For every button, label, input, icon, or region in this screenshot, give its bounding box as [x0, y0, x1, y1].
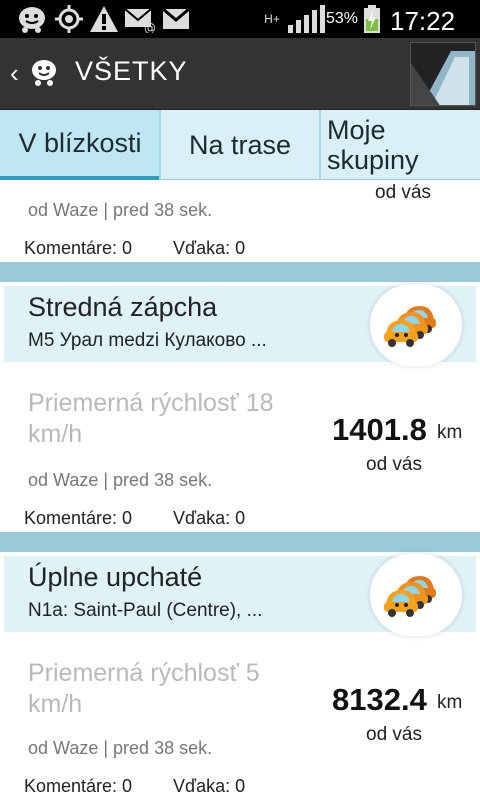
- comments-count[interactable]: Komentáre: 0: [24, 776, 132, 797]
- distance-value: 8132.4: [332, 682, 427, 717]
- average-speed: Priemerná rýchlosť 5 km/h: [28, 659, 260, 718]
- tab-nearby[interactable]: V blízkosti: [0, 110, 160, 180]
- app-bar: ‹ VŠETKY: [0, 38, 480, 110]
- report-source: od Waze | pred 38 sek.: [28, 470, 213, 490]
- battery-charging-icon: [362, 5, 382, 33]
- warning-icon: [88, 5, 120, 33]
- report-card-partial[interactable]: od vás od Waze | pred 38 sek. Komentáre:…: [0, 180, 480, 262]
- gmail-icon: [160, 5, 192, 33]
- distance-unit: km: [437, 422, 463, 443]
- distance-label: od vás: [366, 724, 422, 745]
- report-card[interactable]: Stredná zápcha M5 Урал medzi Кулаково ..…: [0, 282, 480, 534]
- tab-on-route[interactable]: Na trase: [161, 110, 319, 180]
- comments-count[interactable]: Komentáre: 0: [24, 238, 132, 259]
- user-avatar[interactable]: [410, 42, 476, 106]
- report-source: od Waze | pred 38 sek.: [28, 738, 213, 758]
- gps-icon: [54, 5, 84, 33]
- report-card[interactable]: Úplne upchaté N1a: Saint-Paul (Centre), …: [0, 552, 480, 804]
- distance-unit: km: [437, 692, 463, 713]
- report-street: N1a: Saint-Paul (Centre), ...: [28, 600, 263, 621]
- card-separator: [0, 532, 480, 552]
- comments-count[interactable]: Komentáre: 0: [24, 508, 132, 529]
- tab-on-route-label: Na trase: [188, 130, 292, 160]
- page-title: VŠETKY: [75, 56, 188, 86]
- tab-bar: V blízkosti Na trase Moje skupiny: [0, 110, 480, 180]
- distance-label: od vás: [375, 182, 431, 203]
- traffic-jam-icon: [370, 554, 462, 636]
- card-separator: [0, 262, 480, 282]
- thanks-count[interactable]: Vďaka: 0: [173, 238, 245, 259]
- status-bar: @ H+ 53% 17:22: [0, 0, 480, 38]
- email-icon: @: [124, 5, 156, 33]
- distance-value: 1401.8: [332, 412, 427, 447]
- thanks-count[interactable]: Vďaka: 0: [173, 776, 245, 797]
- thanks-count[interactable]: Vďaka: 0: [173, 508, 245, 529]
- tab-my-groups-label: Moje skupiny: [327, 115, 419, 175]
- report-type: Stredná zápcha: [28, 292, 218, 322]
- back-button[interactable]: ‹: [0, 38, 70, 110]
- report-street: M5 Урал medzi Кулаково ...: [28, 330, 267, 351]
- clock: 17:22: [390, 6, 456, 36]
- distance-label: od vás: [366, 454, 422, 475]
- waze-notification-icon: [14, 5, 50, 33]
- report-source: od Waze | pred 38 sek.: [28, 200, 213, 220]
- report-type: Úplne upchaté: [28, 562, 203, 592]
- waze-logo-icon: [28, 56, 60, 93]
- average-speed: Priemerná rýchlosť 18 km/h: [28, 389, 274, 448]
- traffic-jam-icon: [370, 284, 462, 366]
- svg-text:@: @: [144, 21, 156, 33]
- tab-nearby-label: V blízkosti: [18, 128, 142, 158]
- battery-percent: 53%: [326, 10, 359, 27]
- tab-my-groups[interactable]: Moje skupiny: [321, 110, 480, 180]
- network-type-icon: H+: [264, 12, 280, 26]
- signal-icon: [286, 5, 326, 33]
- back-chevron-icon: ‹: [10, 58, 19, 88]
